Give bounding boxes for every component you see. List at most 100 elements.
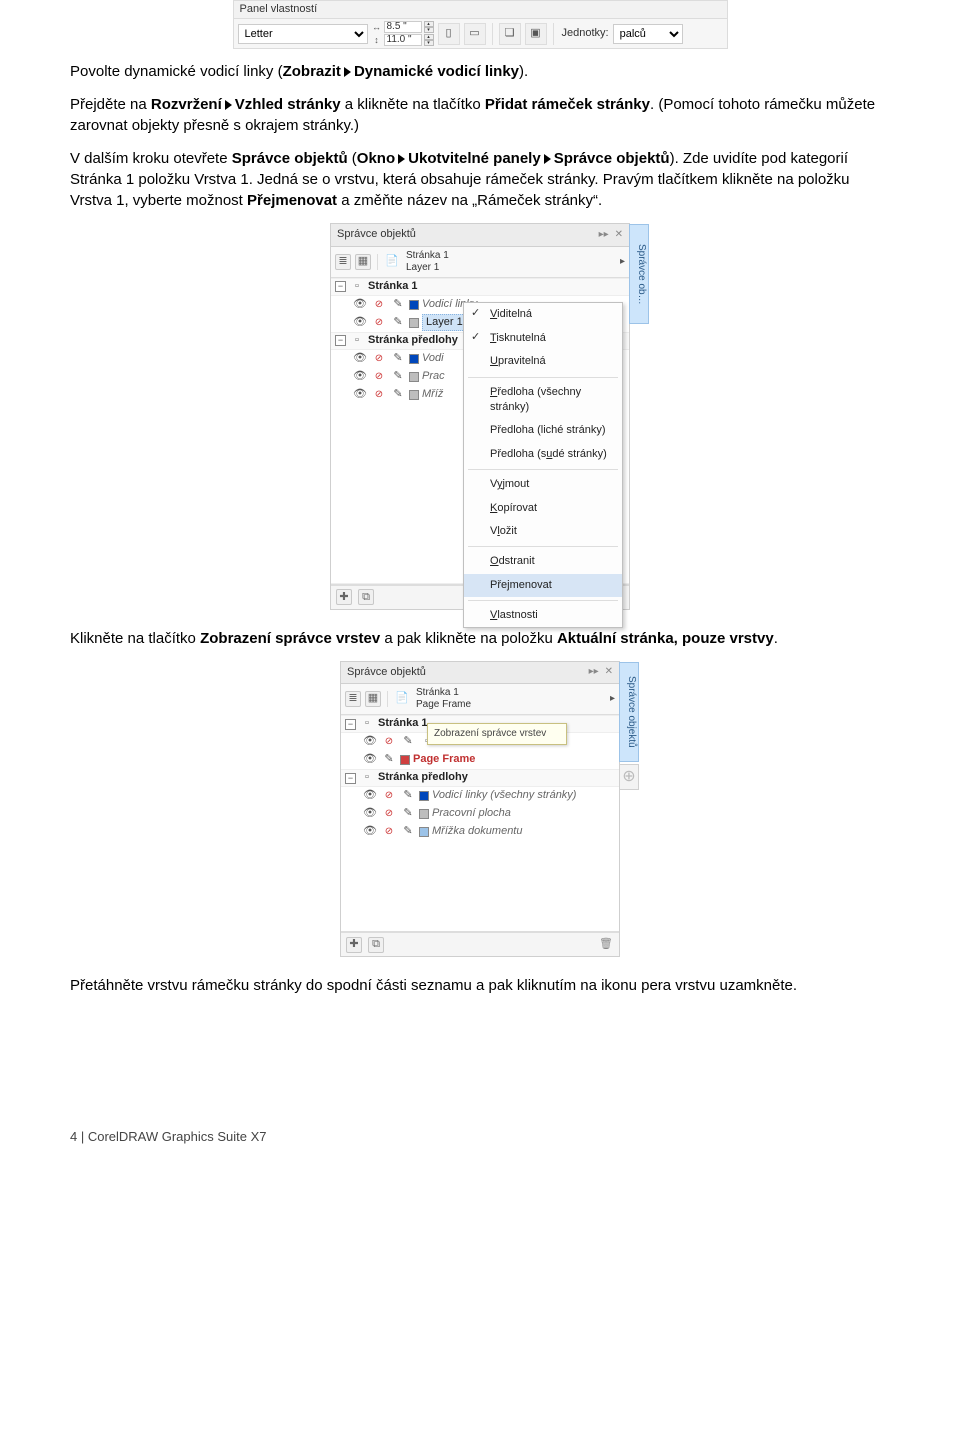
ctx-separator [468,546,618,547]
units-select[interactable]: palců [613,24,683,44]
ctx-rename[interactable]: Přejmenovat [464,574,622,597]
layer-tree: − ▫ Stránka 1 👁 ⊘ ✎ ▫ 👁 ✎ Page Frame [341,715,619,932]
color-swatch[interactable] [419,791,429,801]
units-label: Jednotky: [562,26,609,41]
color-swatch[interactable] [409,372,419,382]
tree-layer-row[interactable]: 👁 ⊘ ✎ Mřížka dokumentu [341,823,619,841]
object-manager-panel: Správce objektů ⊕ Správce objektů ▸▸✕ ≣ … [340,661,620,957]
ctx-separator [468,377,618,378]
color-swatch[interactable] [419,827,429,837]
noprint-icon[interactable]: ⊘ [381,824,397,840]
layer-manager-view-icon[interactable]: ≣ [345,691,361,707]
noprint-icon[interactable]: ⊘ [381,806,397,822]
collapse-icon[interactable]: − [345,773,356,784]
tree-layer-row[interactable]: 👁 ⊘ ✎ Vodicí linky (všechny stránky) [341,787,619,805]
eye-icon[interactable]: 👁 [362,788,378,804]
color-swatch[interactable] [409,300,419,310]
docker-tab[interactable]: Správce objektů [619,662,639,762]
pen-icon[interactable]: ✎ [400,806,416,822]
pen-icon[interactable]: ✎ [390,387,406,403]
all-pages-icon[interactable]: ❏ [499,23,521,45]
width-spinner[interactable]: ▴▾ [424,21,434,33]
tree-layer-row[interactable]: 👁 ⊘ ✎ Pracovní plocha [341,805,619,823]
panel-title: Správce objektů [337,227,416,242]
eye-icon[interactable]: 👁 [362,734,378,750]
add-docker-icon[interactable]: ⊕ [619,764,639,790]
pen-icon[interactable]: ✎ [390,369,406,385]
expand-icon[interactable]: ▸▸ [599,228,609,242]
ctx-properties[interactable]: Vlastnosti [464,604,622,627]
noprint-icon[interactable]: ⊘ [371,387,387,403]
color-swatch[interactable] [409,390,419,400]
collapse-icon[interactable]: − [345,719,356,730]
edit-across-layers-icon[interactable]: ▦ [355,254,371,270]
page-icon: ▫ [359,716,375,732]
noprint-icon[interactable]: ⊘ [381,788,397,804]
landscape-icon[interactable]: ▭ [464,23,486,45]
page-nav-icon[interactable]: ▸ [610,692,615,706]
ctx-delete[interactable]: Odstranit [464,550,622,573]
noprint-icon[interactable]: ⊘ [371,315,387,331]
eye-icon[interactable]: 👁 [352,387,368,403]
close-icon[interactable]: ✕ [605,665,613,679]
noprint-icon[interactable]: ⊘ [371,369,387,385]
layer-manager-view-icon[interactable]: ≣ [335,254,351,270]
collapse-icon[interactable]: − [335,281,346,292]
eye-icon[interactable]: 👁 [362,806,378,822]
color-swatch[interactable] [419,809,429,819]
paragraph: Povolte dynamické vodicí linky (Zobrazit… [70,61,890,82]
new-layer-icon[interactable]: ✚ [336,589,352,605]
pen-icon[interactable]: ✎ [400,824,416,840]
ctx-paste[interactable]: Vložit [464,520,622,543]
new-layer-icon[interactable]: ✚ [346,937,362,953]
pen-icon[interactable]: ✎ [400,734,416,750]
panel-title-bar: Správce objektů ▸▸✕ [341,662,619,684]
close-icon[interactable]: ✕ [615,228,623,242]
ctx-printable[interactable]: ✓Tisknutelná [464,327,622,350]
color-swatch[interactable] [409,318,419,328]
tree-masterpage-row[interactable]: − ▫ Stránka předlohy [341,769,619,787]
eye-icon[interactable]: 👁 [362,752,378,768]
tree-page-row[interactable]: − ▫ Stránka 1 [331,278,629,296]
noprint-icon[interactable]: ⊘ [371,351,387,367]
ctx-cut[interactable]: Vyjmout [464,473,622,496]
pen-icon[interactable]: ✎ [390,297,406,313]
tree-layer-row[interactable]: 👁 ✎ Page Frame [341,751,619,769]
eye-icon[interactable]: 👁 [362,824,378,840]
color-swatch[interactable] [400,755,410,765]
new-master-layer-icon[interactable]: ⧉ [368,937,384,953]
ctx-visible[interactable]: ✓Viditelná [464,303,622,326]
new-master-layer-icon[interactable]: ⧉ [358,589,374,605]
width-icon: ↔ [372,22,382,33]
eye-icon[interactable]: 👁 [352,315,368,331]
eye-icon[interactable]: 👁 [352,351,368,367]
ctx-master-all[interactable]: Předloha (všechny stránky) [464,381,622,420]
current-page-icon[interactable]: ▣ [525,23,547,45]
page-width-input[interactable]: 8.5 " [384,21,422,33]
noprint-icon[interactable]: ⊘ [371,297,387,313]
ctx-copy[interactable]: Kopírovat [464,497,622,520]
active-layer-label: Layer 1 [406,262,449,274]
eye-icon[interactable]: 👁 [352,297,368,313]
pen-icon[interactable]: ✎ [400,788,416,804]
ctx-editable[interactable]: Upravitelná [464,350,622,373]
height-spinner[interactable]: ▴▾ [424,34,434,46]
noprint-icon[interactable]: ⊘ [381,734,397,750]
eye-icon[interactable]: 👁 [352,369,368,385]
pen-icon[interactable]: ✎ [381,752,397,768]
pen-icon[interactable]: ✎ [390,315,406,331]
page-nav-icon[interactable]: ▸ [620,255,625,269]
collapse-icon[interactable]: − [335,335,346,346]
page-height-input[interactable]: 11.0 " [384,34,422,46]
ctx-master-even[interactable]: Předloha (sudé stránky) [464,443,622,466]
pen-icon[interactable]: ✎ [390,351,406,367]
expand-icon[interactable]: ▸▸ [589,665,599,679]
page-icon: 📄 [384,254,400,270]
docker-tab[interactable]: Správce ob… [629,224,649,324]
paper-size-select[interactable]: Letter [238,24,368,44]
ctx-master-odd[interactable]: Předloha (liché stránky) [464,419,622,442]
edit-across-layers-icon[interactable]: ▦ [365,691,381,707]
trash-icon[interactable]: 🗑 [598,937,614,953]
portrait-icon[interactable]: ▯ [438,23,460,45]
color-swatch[interactable] [409,354,419,364]
